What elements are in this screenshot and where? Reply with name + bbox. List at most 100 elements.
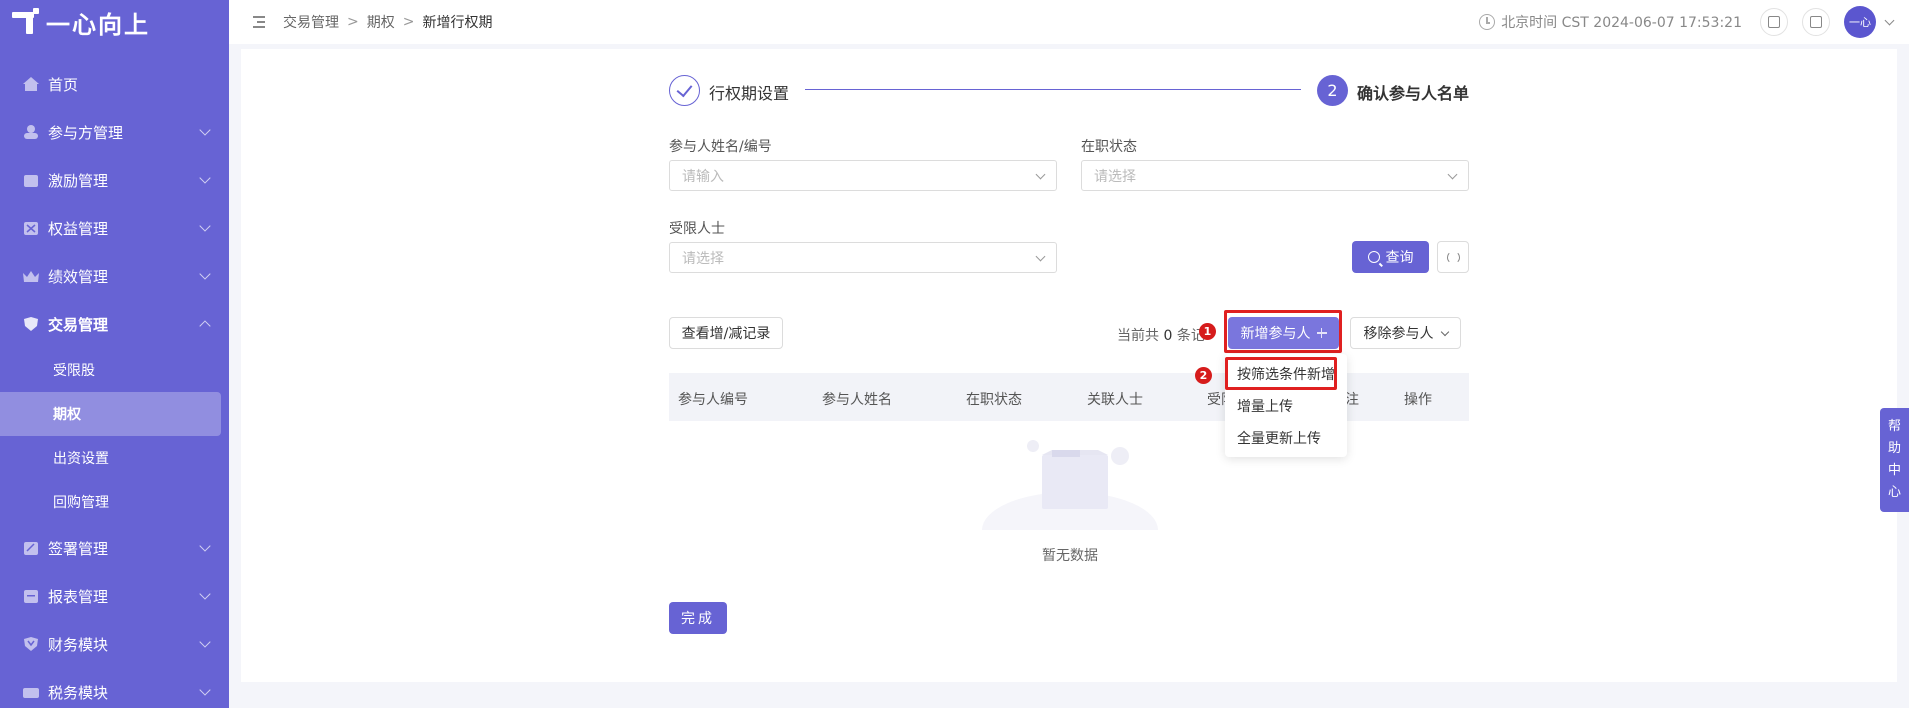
sidebar-subitem-label: 期权: [53, 407, 81, 423]
menu-item-incremental-upload[interactable]: 增量上传: [1237, 396, 1293, 416]
breadcrumb: 交易管理 > 期权 > 新增行权期: [283, 12, 492, 32]
sidebar-subitem-label: 回购管理: [53, 495, 109, 511]
sidebar-item-reports[interactable]: 报表管理: [0, 572, 229, 620]
empty-box-illustration: [982, 440, 1158, 530]
status-select[interactable]: 请选择: [1081, 160, 1469, 191]
sidebar-item-incentive[interactable]: 激励管理: [0, 156, 229, 204]
sidebar-subitem-label: 出资设置: [53, 451, 109, 467]
step-1-label: 行权期设置: [709, 84, 790, 103]
name-input[interactable]: 请输入: [669, 160, 1057, 191]
sidebar-item-signing[interactable]: 签署管理: [0, 524, 229, 572]
query-button[interactable]: 查询: [1352, 241, 1429, 273]
avatar[interactable]: 一心: [1844, 6, 1876, 38]
search-icon: [1367, 251, 1380, 263]
shirt-icon: [1810, 16, 1822, 28]
done-button[interactable]: 完成: [669, 602, 727, 634]
home-icon: [23, 77, 39, 91]
sidebar-item-tax[interactable]: 税务模块: [0, 668, 229, 708]
current-time: 北京时间 CST 2024-06-07 17:53:21: [1501, 15, 1742, 31]
shield-icon: [24, 317, 38, 331]
sidebar-item-label: 签署管理: [48, 539, 109, 558]
tax-icon: [23, 688, 39, 698]
sidebar-item-performance[interactable]: 绩效管理: [0, 252, 229, 300]
reset-button[interactable]: [1437, 241, 1469, 273]
chevron-down-icon[interactable]: [1884, 15, 1895, 25]
chevron-down-icon: [199, 588, 211, 600]
breadcrumb-item-options[interactable]: 期权: [367, 12, 395, 32]
breadcrumb-separator: >: [347, 14, 359, 30]
menu-fold-icon[interactable]: [249, 15, 265, 29]
sidebar-subitem-options[interactable]: 期权: [0, 392, 221, 436]
clock-icon: [1479, 14, 1496, 30]
report-icon: [24, 590, 38, 603]
restricted-select-placeholder: 请选择: [682, 250, 724, 267]
remove-participant-label: 移除参与人: [1363, 326, 1434, 342]
column-header: 参与人姓名: [822, 392, 892, 408]
tasks-button[interactable]: [1760, 8, 1788, 36]
help-center-tab[interactable]: 帮 助 中 心: [1880, 408, 1909, 512]
view-records-label: 查看增/减记录: [681, 326, 771, 342]
sidebar-item-label: 财务模块: [48, 635, 109, 654]
users-icon: [24, 125, 38, 139]
column-header: 操作: [1404, 392, 1432, 408]
status-field-label: 在职状态: [1081, 139, 1137, 155]
sidebar-item-label: 首页: [48, 75, 79, 94]
chevron-up-icon: [199, 320, 211, 332]
sidebar-item-finance[interactable]: 财务模块: [0, 620, 229, 668]
record-count: 当前共 0 条记: [1117, 325, 1205, 345]
sidebar-item-label: 权益管理: [48, 219, 109, 238]
breadcrumb-item-trading[interactable]: 交易管理: [283, 12, 339, 32]
sidebar-item-equity[interactable]: 权益管理: [0, 204, 229, 252]
logo-text: 一心向上: [46, 10, 150, 39]
chevron-down-icon: [199, 636, 211, 648]
step-done-check-icon: [669, 75, 700, 106]
restricted-field-label: 受限人士: [669, 221, 725, 237]
refresh-icon: [1446, 250, 1460, 264]
shirt-button[interactable]: [1802, 8, 1830, 36]
sidebar-item-label: 交易管理: [48, 315, 109, 334]
sidebar-item-label: 税务模块: [48, 683, 109, 702]
sidebar-subitem-funding-settings[interactable]: 出资设置: [0, 436, 229, 480]
clipboard-icon: [1768, 16, 1780, 28]
logo[interactable]: 一心向上: [0, 0, 229, 44]
top-header: 交易管理 > 期权 > 新增行权期 北京时间 CST 2024-06-07 17…: [229, 0, 1909, 44]
highlight-box-1: [1224, 310, 1342, 353]
table-header: 参与人编号 参与人姓名 在职状态 关联人士 受限 注 操作: [669, 373, 1469, 421]
sidebar: 一心向上 首页 参与方管理 激励管理 权益管理 绩效管理 交易管理 受限股 期权…: [0, 0, 229, 708]
sidebar-item-trading[interactable]: 交易管理: [0, 300, 229, 348]
equity-icon: [24, 222, 38, 235]
sidebar-item-label: 激励管理: [48, 171, 109, 190]
chevron-down-icon: [199, 684, 211, 696]
breadcrumb-separator: >: [402, 14, 415, 30]
name-field-label: 参与人姓名/编号: [669, 139, 772, 155]
sidebar-item-label: 报表管理: [48, 587, 109, 606]
sidebar-nav: 首页 参与方管理 激励管理 权益管理 绩效管理 交易管理 受限股 期权 出资设置…: [0, 60, 229, 708]
chevron-down-icon: [1035, 251, 1046, 262]
sidebar-subitem-buyback[interactable]: 回购管理: [0, 480, 229, 524]
done-button-label: 完成: [681, 611, 715, 627]
column-header: 注: [1345, 392, 1359, 408]
annotation-badge-1: 1: [1199, 323, 1216, 340]
breadcrumb-item-current: 新增行权期: [422, 15, 493, 31]
help-tab-char: 帮: [1887, 419, 1901, 434]
chevron-down-icon: [199, 540, 211, 552]
content-panel: [241, 49, 1897, 682]
count-value: 0: [1163, 328, 1173, 344]
query-button-label: 查询: [1385, 250, 1414, 266]
sidebar-subitem-restricted-stock[interactable]: 受限股: [0, 348, 229, 392]
sidebar-item-label: 绩效管理: [48, 267, 109, 286]
restricted-select[interactable]: 请选择: [669, 242, 1057, 273]
remove-participant-button[interactable]: 移除参与人: [1350, 317, 1461, 349]
count-prefix: 当前共: [1117, 328, 1159, 344]
chevron-down-icon: [199, 268, 211, 280]
annotation-badge-2: 2: [1195, 367, 1212, 384]
step-2-number: 2: [1317, 75, 1348, 106]
view-records-button[interactable]: 查看增/减记录: [669, 317, 783, 349]
name-input-placeholder: 请输入: [682, 168, 724, 185]
sidebar-item-participants[interactable]: 参与方管理: [0, 108, 229, 156]
help-tab-char: 助: [1887, 441, 1901, 456]
empty-state-text: 暂无数据: [1042, 548, 1098, 564]
menu-item-full-update-upload[interactable]: 全量更新上传: [1237, 428, 1321, 448]
column-header: 关联人士: [1087, 392, 1143, 408]
sidebar-item-home[interactable]: 首页: [0, 60, 229, 108]
